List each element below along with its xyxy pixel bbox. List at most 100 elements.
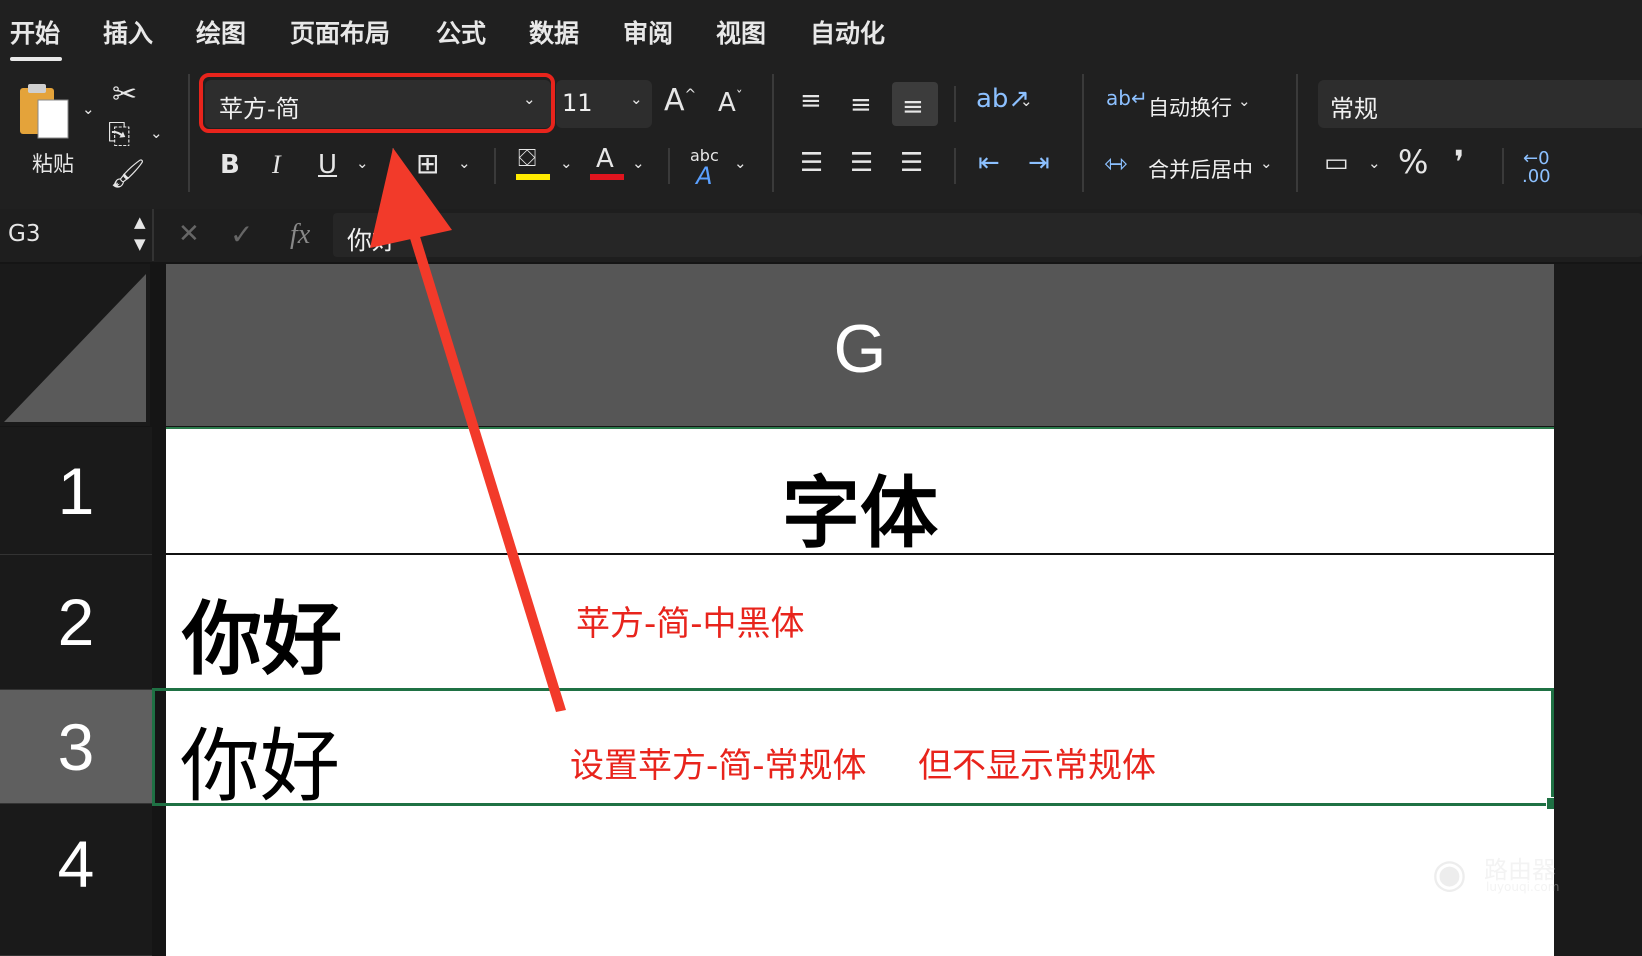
confirm-entry-icon[interactable]: ✓ <box>230 221 253 249</box>
wrap-text-label[interactable]: 自动换行 <box>1148 92 1232 122</box>
name-box-up-icon[interactable]: ▲ <box>134 215 146 230</box>
align-top-icon[interactable]: ≡ <box>800 88 822 114</box>
fill-color-button[interactable]: ⛋ <box>516 146 550 182</box>
tab-automate[interactable]: 自动化 <box>810 14 885 50</box>
watermark: ◉ 路由器 luyouqi.com <box>1432 848 1612 904</box>
name-box-down-icon[interactable]: ▼ <box>134 237 146 252</box>
column-header-g[interactable]: G <box>166 264 1554 426</box>
insert-function-button[interactable]: fx <box>290 219 310 251</box>
tab-view[interactable]: 视图 <box>716 14 766 50</box>
row-header-3[interactable]: 3 <box>0 690 152 804</box>
divider <box>188 74 190 192</box>
number-format-value: 常规 <box>1330 95 1378 123</box>
borders-chevron-icon[interactable]: ⌄ <box>458 156 471 171</box>
cancel-entry-icon[interactable]: ✕ <box>178 221 200 247</box>
tab-insert[interactable]: 插入 <box>103 14 153 50</box>
cell-g1-text: 字体 <box>781 469 938 559</box>
paste-dropdown-chevron-icon[interactable]: ⌄ <box>82 102 95 117</box>
row-header-4[interactable]: 4 <box>0 804 152 956</box>
tab-draw[interactable]: 绘图 <box>196 14 246 50</box>
cell-g4[interactable] <box>166 804 1554 956</box>
divider <box>1082 74 1084 192</box>
paste-icon <box>20 84 69 139</box>
font-color-chevron-icon[interactable]: ⌄ <box>632 156 645 171</box>
align-right-icon[interactable]: ☰ <box>900 150 923 176</box>
underline-button[interactable]: U <box>318 152 337 178</box>
watermark-subtext: luyouqi.com <box>1486 880 1560 894</box>
font-color-swatch <box>590 174 624 180</box>
worksheet-grid: G 1 2 3 4 字体 你好 你好 苹方-简-中黑体 设置苹方-简-常规体 但… <box>0 262 1642 956</box>
ribbon: ⌄ 粘贴 ✂ ⎘ ⌄ 🖌 苹方-简 ⌄ 11 ⌄ A^ Aˇ B I U ⌄ ⊞… <box>0 66 1642 211</box>
font-color-icon: A <box>596 144 614 174</box>
tab-formulas[interactable]: 公式 <box>436 14 486 50</box>
name-box-value: G3 <box>8 221 41 247</box>
divider <box>772 74 774 192</box>
underline-chevron-icon[interactable]: ⌄ <box>356 156 369 171</box>
merge-center-label[interactable]: 合并后居中 <box>1148 154 1253 184</box>
decrease-indent-icon[interactable]: ⇤ <box>978 150 1000 176</box>
copy-dropdown-chevron-icon[interactable]: ⌄ <box>150 126 163 141</box>
text-effects-icon[interactable]: abc A <box>690 148 719 189</box>
align-middle-icon[interactable]: ≡ <box>850 92 872 118</box>
orientation-chevron-icon[interactable]: ⌄ <box>1020 94 1033 109</box>
tab-review[interactable]: 审阅 <box>623 14 673 50</box>
divider <box>152 209 154 261</box>
bold-button[interactable]: B <box>220 152 240 178</box>
accounting-format-chevron-icon[interactable]: ⌄ <box>1368 156 1381 171</box>
fill-color-swatch <box>516 174 550 180</box>
select-all-corner[interactable] <box>0 264 150 426</box>
number-format-dropdown[interactable]: 常规 <box>1318 80 1642 128</box>
comma-style-button[interactable]: ❜ <box>1454 146 1464 178</box>
align-left-icon[interactable]: ☰ <box>800 150 823 176</box>
cut-icon[interactable]: ✂ <box>112 80 137 110</box>
name-box[interactable]: G3 ▲ ▼ <box>0 213 152 257</box>
borders-icon[interactable]: ⊞ <box>416 150 439 178</box>
formula-bar: G3 ▲ ▼ ✕ ✓ fx 你好 <box>0 209 1642 261</box>
wrap-text-chevron-icon[interactable]: ⌄ <box>1238 94 1251 109</box>
fill-color-chevron-icon[interactable]: ⌄ <box>560 156 573 171</box>
annotation-row3-not-shown: 但不显示常规体 <box>918 746 1156 786</box>
format-painter-icon[interactable]: 🖌 <box>110 160 146 188</box>
ribbon-tab-bar: 开始 插入 绘图 页面布局 公式 数据 审阅 视图 自动化 <box>0 0 1642 66</box>
decrease-font-size-icon[interactable]: Aˇ <box>718 90 743 116</box>
annotation-row3-setting: 设置苹方-简-常规体 <box>570 746 867 786</box>
increase-indent-icon[interactable]: ⇥ <box>1028 150 1050 176</box>
text-effects-chevron-icon[interactable]: ⌄ <box>734 156 747 171</box>
copy-icon[interactable]: ⎘ <box>108 120 130 148</box>
active-tab-indicator <box>10 57 62 61</box>
tab-data[interactable]: 数据 <box>529 14 579 50</box>
italic-button[interactable]: I <box>272 152 281 178</box>
fill-bucket-icon: ⛋ <box>518 144 537 172</box>
percent-style-button[interactable]: % <box>1398 146 1428 178</box>
merge-center-icon[interactable]: ⇿ <box>1104 150 1127 178</box>
increase-font-size-icon[interactable]: A^ <box>664 86 696 116</box>
divider <box>668 148 670 184</box>
cell-g2[interactable]: 你好 <box>166 555 1554 690</box>
font-size-dropdown[interactable]: 11 ⌄ <box>556 80 652 128</box>
align-bottom-button[interactable]: ≡ <box>892 82 938 126</box>
router-logo-icon: ◉ <box>1432 851 1467 897</box>
tab-home[interactable]: 开始 <box>10 14 60 50</box>
tab-page-layout[interactable]: 页面布局 <box>290 14 390 50</box>
row-header-1[interactable]: 1 <box>0 427 152 555</box>
merge-center-chevron-icon[interactable]: ⌄ <box>1260 156 1273 171</box>
annotation-row2: 苹方-简-中黑体 <box>576 604 805 644</box>
divider <box>392 148 394 184</box>
align-bottom-icon: ≡ <box>902 92 924 122</box>
column-header-label: G <box>833 311 887 387</box>
align-center-icon[interactable]: ☰ <box>850 150 873 176</box>
font-size-chevron-icon: ⌄ <box>630 90 643 108</box>
divider <box>494 148 496 184</box>
cell-g1[interactable]: 字体 <box>166 427 1554 559</box>
decrease-decimal-icon[interactable]: ←0.00 <box>1522 150 1551 186</box>
row-header-2[interactable]: 2 <box>0 555 152 690</box>
font-name-highlight-box <box>199 73 555 133</box>
wrap-text-icon[interactable]: ab↵ <box>1106 88 1148 108</box>
cell-g2-text: 你好 <box>182 593 342 686</box>
accounting-format-icon[interactable]: ▭ <box>1324 150 1349 176</box>
divider <box>954 148 956 184</box>
font-color-button[interactable]: A <box>590 146 624 182</box>
paste-button[interactable]: ⌄ 粘贴 <box>14 80 104 190</box>
select-all-triangle-icon <box>4 274 146 422</box>
formula-input[interactable]: 你好 <box>333 213 1642 257</box>
